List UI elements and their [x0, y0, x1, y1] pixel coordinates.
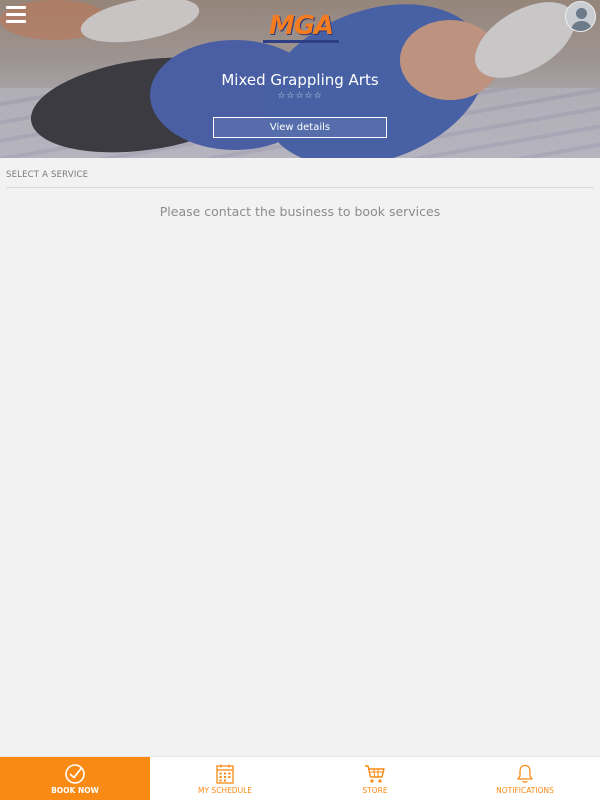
view-details-button[interactable]: View details	[213, 117, 387, 138]
tab-label: NOTIFICATIONS	[496, 786, 554, 795]
tab-label: BOOK NOW	[51, 786, 99, 795]
bell-icon	[517, 764, 533, 783]
tab-my-schedule[interactable]: MY SCHEDULE	[150, 757, 300, 800]
rating-stars: ☆☆☆☆☆	[277, 91, 323, 101]
business-logo: MGA	[259, 12, 343, 46]
section-title-select-service: SELECT A SERVICE	[6, 170, 594, 188]
tab-label: STORE	[362, 786, 388, 795]
empty-services-message: Please contact the business to book serv…	[159, 204, 441, 219]
logo-mark: MGA	[268, 11, 334, 41]
cover-photo: MGA Mixed Grappling Arts ☆☆☆☆☆ View deta…	[0, 0, 600, 158]
bottom-tab-bar: BOOK NOW MY SCHEDULE STORE NOTIFICATIONS	[0, 756, 600, 800]
business-name: Mixed Grappling Arts	[221, 71, 379, 89]
tab-store[interactable]: STORE	[300, 757, 450, 800]
check-circle-icon	[65, 764, 85, 784]
tab-label: MY SCHEDULE	[198, 786, 252, 795]
user-avatar-icon[interactable]	[565, 1, 596, 32]
tab-notifications[interactable]: NOTIFICATIONS	[450, 757, 600, 800]
hamburger-menu-icon[interactable]	[6, 6, 26, 24]
calendar-icon	[216, 764, 234, 784]
tab-book-now[interactable]: BOOK NOW	[0, 757, 150, 800]
cart-icon	[365, 765, 385, 783]
